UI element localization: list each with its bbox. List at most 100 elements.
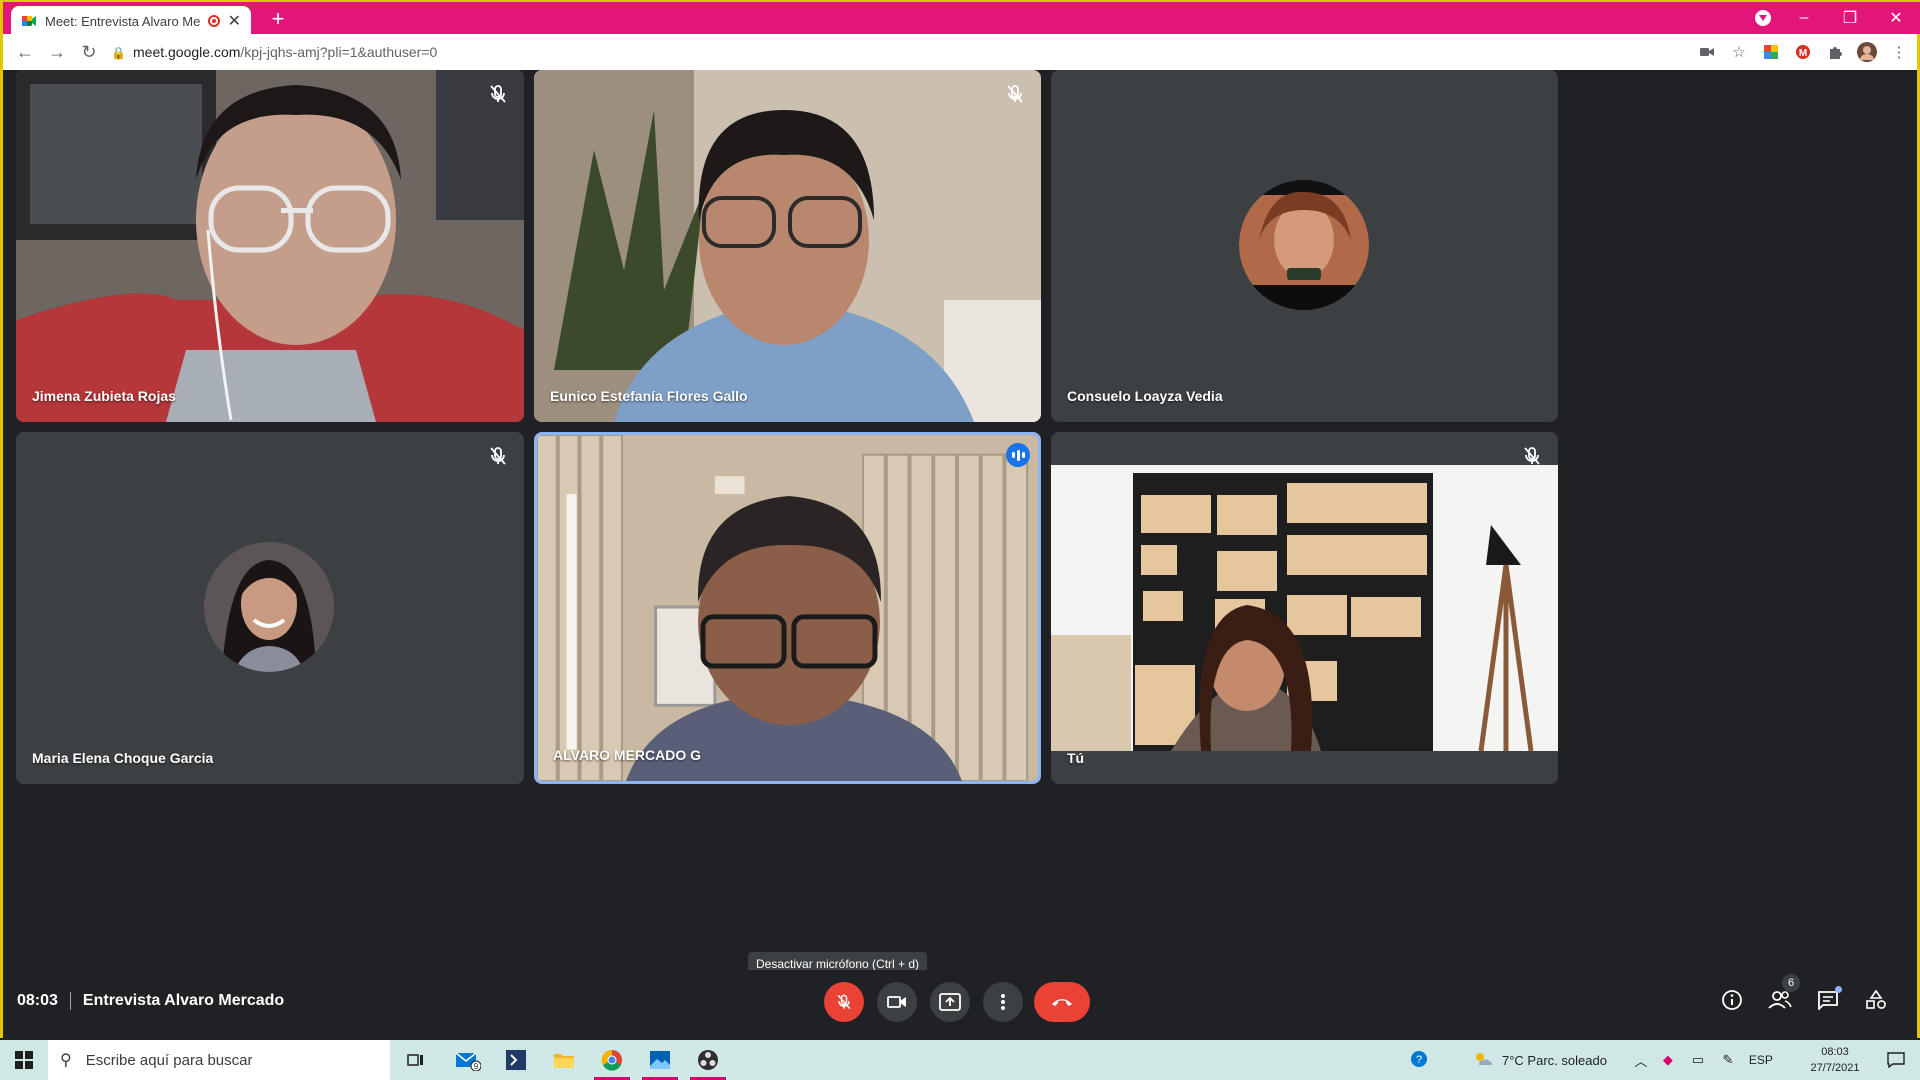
toolbar-actions: ☆ M ⋮ bbox=[1687, 40, 1911, 64]
recording-indicator-icon bbox=[207, 15, 220, 27]
file-explorer-icon[interactable] bbox=[540, 1040, 588, 1080]
bookmark-star-icon[interactable]: ☆ bbox=[1727, 40, 1751, 64]
search-icon: ⚲ bbox=[60, 1052, 72, 1069]
microphone-toggle-button[interactable] bbox=[824, 982, 864, 1022]
info-icon bbox=[1722, 990, 1742, 1010]
system-tray: ? 7°C Parc. soleado ︿ ◆ ▭ ✎ ESP bbox=[1404, 1040, 1773, 1080]
svg-text:M: M bbox=[1799, 48, 1807, 59]
battery-icon[interactable]: ▭ bbox=[1687, 1052, 1709, 1068]
obs-app-icon[interactable] bbox=[684, 1040, 732, 1080]
participant-tile-active-speaker[interactable]: ALVARO MERCADO G bbox=[534, 432, 1041, 784]
clock-date: 27/7/2021 bbox=[1810, 1062, 1860, 1074]
participant-name: Maria Elena Choque Garcia bbox=[32, 750, 214, 766]
participant-video bbox=[16, 70, 524, 422]
camera-toggle-button[interactable] bbox=[877, 982, 917, 1022]
meet-stage: Jimena Zubieta Rojas Eunico Estefanía Fl… bbox=[0, 70, 1920, 1038]
participant-tile[interactable]: Eunico Estefanía Flores Gallo bbox=[534, 70, 1041, 422]
url-host: meet.google.com bbox=[133, 44, 241, 60]
language-indicator[interactable]: ESP bbox=[1749, 1053, 1773, 1067]
more-vert-icon bbox=[1001, 994, 1005, 1010]
clock-time: 08:03 bbox=[1821, 1046, 1849, 1058]
participants-button[interactable]: 6 bbox=[1764, 974, 1800, 1016]
mic-off-icon bbox=[837, 994, 851, 1010]
chat-unread-dot bbox=[1835, 986, 1842, 993]
participant-tile[interactable]: Jimena Zubieta Rojas bbox=[16, 70, 524, 422]
people-count-badge: 6 bbox=[1782, 974, 1800, 992]
weather-icon[interactable] bbox=[1468, 1051, 1498, 1070]
self-video bbox=[1051, 465, 1558, 751]
browser-tab[interactable]: Meet: Entrevista Alvaro Merc ✕ bbox=[11, 6, 251, 36]
meet-control-bar: 08:03 Entrevista Alvaro Mercado 6 bbox=[3, 970, 1917, 1040]
profile-avatar-icon[interactable] bbox=[1855, 40, 1879, 64]
address-bar[interactable]: 🔒 meet.google.com/kpj-jqhs-amj?pli=1&aut… bbox=[111, 38, 1691, 66]
task-view-icon[interactable] bbox=[392, 1040, 440, 1080]
participant-tile[interactable]: Maria Elena Choque Garcia bbox=[16, 432, 524, 784]
notifications-icon[interactable] bbox=[1876, 1040, 1916, 1080]
url-path: /kpj-jqhs-amj?pli=1&authuser=0 bbox=[240, 44, 438, 60]
mail-app-icon[interactable]: 9 bbox=[444, 1040, 492, 1080]
minimize-icon[interactable]: – bbox=[1781, 9, 1827, 27]
participant-video bbox=[537, 435, 1038, 781]
powershell-app-icon[interactable] bbox=[492, 1040, 540, 1080]
speaking-indicator-icon bbox=[1006, 443, 1030, 467]
camera-in-use-icon[interactable] bbox=[1695, 40, 1719, 64]
tab-title: Meet: Entrevista Alvaro Merc bbox=[45, 13, 200, 29]
leave-call-button[interactable] bbox=[1034, 982, 1090, 1022]
back-icon[interactable]: ← bbox=[13, 40, 37, 64]
tab-search-icon[interactable] bbox=[1755, 10, 1771, 26]
browser-tab-strip: Meet: Entrevista Alvaro Merc ✕ + – ❐ ✕ bbox=[0, 0, 1920, 36]
chat-button[interactable] bbox=[1812, 984, 1844, 1016]
reload-icon[interactable]: ↻ bbox=[77, 40, 101, 64]
chrome-app-icon[interactable] bbox=[588, 1040, 636, 1080]
browser-menu-icon[interactable]: ⋮ bbox=[1887, 40, 1911, 64]
activities-shapes-icon bbox=[1866, 989, 1886, 1009]
windows-logo-icon bbox=[15, 1051, 33, 1069]
present-icon bbox=[939, 993, 961, 1011]
windows-taskbar: ⚲ Escribe aquí para buscar 9 ? 7°C Parc.… bbox=[0, 1040, 1920, 1080]
extensions-puzzle-icon[interactable] bbox=[1823, 40, 1847, 64]
browser-toolbar: ← → ↻ 🔒 meet.google.com/kpj-jqhs-amj?pli… bbox=[0, 34, 1920, 70]
chat-icon bbox=[1818, 991, 1838, 1010]
svg-text:?: ? bbox=[1416, 1054, 1422, 1066]
search-placeholder: Escribe aquí para buscar bbox=[85, 1051, 253, 1069]
help-icon[interactable]: ? bbox=[1404, 1050, 1434, 1071]
participant-avatar bbox=[204, 542, 334, 672]
meeting-title: Entrevista Alvaro Mercado bbox=[82, 992, 285, 1009]
tray-overflow-chevron-icon[interactable]: ︿ bbox=[1631, 1051, 1651, 1070]
start-button[interactable] bbox=[0, 1040, 48, 1080]
new-tab-button[interactable]: + bbox=[265, 7, 291, 33]
window-controls: – ❐ ✕ bbox=[1781, 2, 1919, 34]
divider bbox=[69, 992, 71, 1010]
activities-button[interactable] bbox=[1860, 984, 1892, 1016]
meeting-info: 08:03 Entrevista Alvaro Mercado bbox=[17, 992, 284, 1010]
close-window-icon[interactable]: ✕ bbox=[1873, 8, 1919, 28]
taskbar-clock[interactable]: 08:03 27/7/2021 bbox=[1800, 1044, 1870, 1076]
close-tab-icon[interactable]: ✕ bbox=[228, 11, 241, 31]
photos-app-icon[interactable] bbox=[636, 1040, 684, 1080]
lock-icon: 🔒 bbox=[111, 46, 126, 60]
present-screen-button[interactable] bbox=[930, 982, 970, 1022]
restore-icon[interactable]: ❐ bbox=[1827, 8, 1873, 28]
participant-name: Tú bbox=[1067, 750, 1085, 766]
color-extension-icon[interactable] bbox=[1759, 40, 1783, 64]
taskbar-search-box[interactable]: ⚲ Escribe aquí para buscar bbox=[48, 1040, 390, 1080]
muted-mic-icon bbox=[490, 85, 506, 103]
pen-icon[interactable]: ✎ bbox=[1717, 1052, 1739, 1068]
muted-mic-icon bbox=[1007, 85, 1023, 103]
participant-avatar bbox=[1239, 180, 1369, 310]
participant-tile-self[interactable]: Tú bbox=[1051, 432, 1558, 784]
participant-tile[interactable]: Consuelo Loayza Vedia bbox=[1051, 70, 1558, 422]
forward-icon[interactable]: → bbox=[45, 40, 69, 64]
gmail-extension-icon[interactable]: M bbox=[1791, 40, 1815, 64]
participant-name: Jimena Zubieta Rojas bbox=[32, 388, 176, 404]
participant-video bbox=[534, 70, 1041, 422]
more-options-button[interactable] bbox=[983, 982, 1023, 1022]
participant-name: ALVARO MERCADO G bbox=[553, 747, 702, 763]
muted-mic-icon bbox=[1524, 447, 1540, 465]
video-camera-icon bbox=[887, 996, 906, 1008]
hang-up-icon bbox=[1052, 999, 1072, 1006]
weather-text[interactable]: 7°C Parc. soleado bbox=[1502, 1053, 1607, 1068]
meeting-details-button[interactable] bbox=[1716, 984, 1748, 1016]
muted-mic-icon bbox=[490, 447, 506, 465]
tray-app-icon[interactable]: ◆ bbox=[1657, 1052, 1679, 1068]
